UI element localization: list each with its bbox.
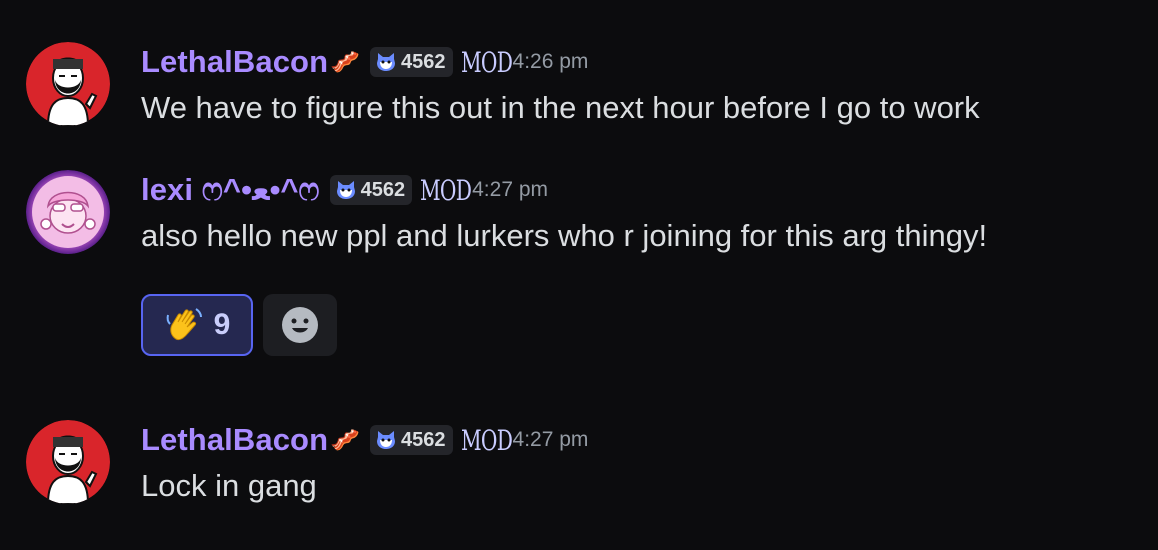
avatar[interactable]: [26, 420, 110, 504]
username[interactable]: lexi ෆ^•ﻌ•^ෆ: [141, 172, 320, 209]
message-content: We have to figure this out in the next h…: [141, 90, 980, 125]
avatar[interactable]: [26, 170, 110, 254]
username[interactable]: LethalBacon: [141, 44, 328, 80]
user-tag-badge[interactable]: 4562: [329, 175, 413, 205]
cat-icon: [336, 181, 355, 199]
message-content: Lock in gang: [141, 468, 317, 503]
reaction-count: 9: [213, 308, 231, 341]
cat-icon: [377, 431, 396, 449]
message-header: lexi ෆ^•ﻌ•^ෆ 4562 MOD 4:27 pm: [141, 170, 548, 210]
bearded-man-avatar-icon: [26, 42, 110, 126]
avatar[interactable]: [26, 42, 110, 126]
bacon-icon: 🥓: [330, 48, 361, 76]
smiley-icon: [282, 307, 318, 343]
tag-label: 4562: [401, 50, 446, 73]
message-content: also hello new ppl and lurkers who r joi…: [141, 218, 988, 253]
tag-label: 4562: [401, 428, 446, 451]
waving-hand-icon: [166, 308, 202, 341]
pink-anime-avatar-icon: [26, 170, 110, 254]
role-label: MOD: [420, 173, 472, 207]
role-label: MOD: [460, 423, 513, 457]
message-header: LethalBacon 🥓 4562 MOD 4:27 pm: [141, 420, 588, 460]
bearded-man-avatar-icon: [26, 420, 110, 504]
user-tag-badge[interactable]: 4562: [370, 425, 453, 455]
tag-label: 4562: [360, 178, 406, 201]
message-header: LethalBacon 🥓 4562 MOD 4:26 pm: [141, 42, 588, 82]
reactions-bar: 9: [141, 294, 337, 356]
add-reaction-button[interactable]: [263, 294, 337, 356]
username[interactable]: LethalBacon: [141, 422, 328, 458]
role-label: MOD: [460, 45, 513, 79]
user-tag-badge[interactable]: 4562: [370, 47, 453, 77]
timestamp[interactable]: 4:27 pm: [472, 178, 548, 202]
chat-messages: LethalBacon 🥓 4562 MOD 4:26 pm We have t…: [0, 0, 1158, 550]
reaction-waving-hand[interactable]: 9: [141, 294, 253, 356]
bacon-icon: 🥓: [330, 426, 361, 454]
timestamp[interactable]: 4:26 pm: [513, 50, 589, 74]
timestamp[interactable]: 4:27 pm: [513, 428, 589, 452]
cat-icon: [377, 53, 396, 71]
